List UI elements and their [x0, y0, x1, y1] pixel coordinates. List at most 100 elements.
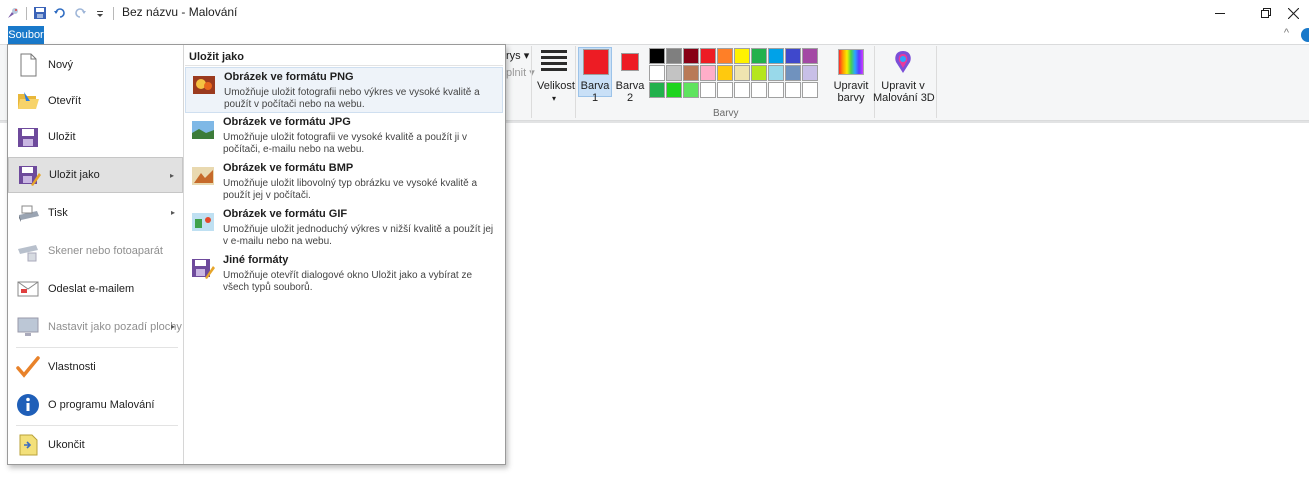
- title-bar: Bez názvu - Malování: [0, 0, 1309, 26]
- palette-swatch[interactable]: [734, 82, 750, 98]
- palette-swatch[interactable]: [785, 65, 801, 81]
- ribbon-separator: [575, 46, 576, 118]
- save-icon: [18, 128, 38, 147]
- menu-item-new[interactable]: Nový: [8, 47, 183, 83]
- menu-separator: [16, 347, 178, 348]
- other-formats-icon: [192, 259, 215, 279]
- palette-swatch[interactable]: [785, 82, 801, 98]
- menu-item-scanner[interactable]: Skener nebo fotoaparát: [8, 233, 183, 269]
- palette-swatch[interactable]: [734, 48, 750, 64]
- palette-swatch[interactable]: [700, 65, 716, 81]
- color1-swatch[interactable]: [583, 49, 609, 75]
- outline-dropdown[interactable]: rys ▾: [506, 50, 529, 62]
- palette-swatch[interactable]: [785, 48, 801, 64]
- palette-swatch[interactable]: [751, 82, 767, 98]
- palette-swatch[interactable]: [751, 48, 767, 64]
- redo-icon[interactable]: [73, 6, 87, 20]
- paint3d-icon[interactable]: [891, 49, 915, 75]
- customize-qat-icon[interactable]: [93, 6, 107, 20]
- qat-separator: [113, 6, 114, 20]
- open-folder-icon: [18, 92, 39, 109]
- palette-swatch[interactable]: [649, 65, 665, 81]
- palette-swatch[interactable]: [717, 82, 733, 98]
- save-as-icon: [19, 166, 41, 186]
- color2-swatch[interactable]: [621, 53, 639, 71]
- colors-group-label: Barvy: [713, 108, 739, 119]
- palette-swatch[interactable]: [700, 82, 716, 98]
- menu-item-email[interactable]: Odeslat e-mailem: [8, 271, 183, 307]
- collapse-ribbon-icon[interactable]: ^: [1284, 27, 1289, 39]
- palette-swatch[interactable]: [734, 65, 750, 81]
- size-button-label[interactable]: Velikost: [537, 80, 575, 92]
- palette-swatch[interactable]: [802, 48, 818, 64]
- color-palette[interactable]: [649, 48, 818, 98]
- new-document-icon: [20, 53, 37, 77]
- menu-item-print[interactable]: Tisk ▸: [8, 195, 183, 231]
- file-menu: Nový Otevřít Uložit Uložit jako ▸ Tisk ▸: [7, 44, 506, 465]
- palette-swatch[interactable]: [666, 48, 682, 64]
- minimize-icon: [1215, 13, 1225, 14]
- menu-item-desktop-background[interactable]: Nastavit jako pozadí plochy ▸: [8, 309, 183, 345]
- submenu-arrow-icon: ▸: [170, 322, 175, 331]
- palette-swatch[interactable]: [683, 82, 699, 98]
- palette-swatch[interactable]: [768, 65, 784, 81]
- palette-swatch[interactable]: [649, 82, 665, 98]
- undo-icon[interactable]: [53, 6, 67, 20]
- palette-swatch[interactable]: [768, 48, 784, 64]
- palette-swatch[interactable]: [666, 82, 682, 98]
- minimize-button[interactable]: [1197, 0, 1243, 26]
- qat-separator: [26, 6, 27, 20]
- color1-label[interactable]: Barva 1: [580, 80, 610, 104]
- desktop-background-icon: [17, 317, 39, 336]
- ribbon-separator: [936, 46, 937, 118]
- palette-swatch[interactable]: [700, 48, 716, 64]
- color2-label[interactable]: Barva 2: [615, 80, 645, 104]
- palette-swatch[interactable]: [768, 82, 784, 98]
- save-as-bmp-option[interactable]: Obrázek ve formátu BMP Umožňuje uložit l…: [185, 159, 503, 205]
- palette-swatch[interactable]: [717, 65, 733, 81]
- submenu-arrow-icon: ▸: [170, 208, 175, 217]
- menu-item-save[interactable]: Uložit: [8, 119, 183, 155]
- paint-window: Bez názvu - Malování Soubor ^ rys ▾ plni…: [0, 0, 1309, 499]
- palette-swatch[interactable]: [802, 82, 818, 98]
- menu-divider: [183, 45, 184, 464]
- palette-swatch[interactable]: [683, 48, 699, 64]
- save-icon[interactable]: [33, 6, 47, 20]
- submenu-title: Uložit jako: [189, 51, 245, 63]
- close-icon: [1288, 7, 1299, 19]
- menu-item-about[interactable]: O programu Malování: [8, 387, 183, 423]
- line-size-icon[interactable]: [541, 50, 567, 72]
- gif-image-icon: [192, 213, 214, 231]
- edit-in-paint3d-label[interactable]: Upravit v Malování 3D: [873, 80, 935, 104]
- submenu-title-separator: [185, 65, 503, 66]
- palette-swatch[interactable]: [649, 48, 665, 64]
- menu-item-exit[interactable]: Ukončit: [8, 427, 183, 463]
- palette-swatch[interactable]: [751, 65, 767, 81]
- exit-icon: [19, 434, 38, 456]
- save-as-gif-option[interactable]: Obrázek ve formátu GIF Umožňuje uložit j…: [185, 205, 503, 251]
- close-button[interactable]: [1263, 0, 1309, 26]
- file-menu-commands: Nový Otevřít Uložit Uložit jako ▸ Tisk ▸: [8, 45, 184, 464]
- save-as-other-formats-option[interactable]: Jiné formáty Umožňuje otevřít dialogové …: [185, 251, 503, 297]
- palette-swatch[interactable]: [802, 65, 818, 81]
- window-title: Bez názvu - Malování: [122, 5, 238, 19]
- save-as-jpg-option[interactable]: Obrázek ve formátu JPG Umožňuje uložit f…: [185, 113, 503, 159]
- menu-item-open[interactable]: Otevřít: [8, 83, 183, 119]
- palette-swatch[interactable]: [666, 65, 682, 81]
- quick-access-toolbar: [6, 4, 114, 22]
- png-image-icon: [193, 76, 215, 94]
- menu-item-save-as[interactable]: Uložit jako ▸: [8, 157, 183, 193]
- palette-swatch[interactable]: [683, 65, 699, 81]
- edit-colors-icon[interactable]: [838, 49, 864, 75]
- scanner-icon: [18, 245, 38, 262]
- email-icon: [17, 281, 39, 297]
- file-tab[interactable]: Soubor: [8, 26, 44, 44]
- ribbon-separator: [531, 46, 532, 118]
- submenu-arrow-icon: ▸: [169, 171, 174, 180]
- palette-swatch[interactable]: [717, 48, 733, 64]
- save-as-png-option[interactable]: Obrázek ve formátu PNG Umožňuje uložit f…: [185, 67, 503, 113]
- help-icon[interactable]: [1301, 28, 1309, 42]
- paint-app-icon[interactable]: [6, 6, 20, 20]
- edit-colors-label[interactable]: Upravit barvy: [832, 80, 870, 104]
- menu-item-properties[interactable]: Vlastnosti: [8, 349, 183, 385]
